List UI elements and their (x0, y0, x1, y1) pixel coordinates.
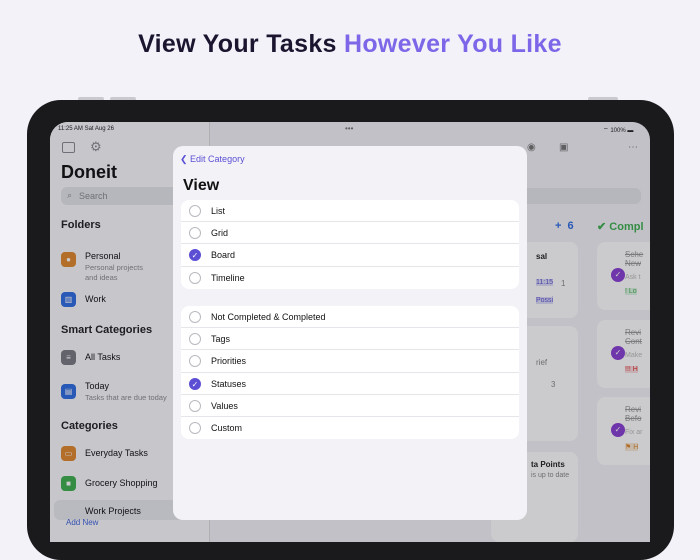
radio-checked-icon[interactable]: ✓ (189, 249, 201, 262)
radio-empty-icon[interactable] (189, 399, 201, 412)
option-label: Custom (211, 422, 243, 433)
option-label: Priorities (211, 356, 247, 367)
radio-empty-icon[interactable] (189, 271, 201, 284)
modal-title: View (183, 177, 220, 194)
back-button[interactable]: ❮ Edit Category (180, 154, 245, 165)
radio-empty-icon[interactable] (189, 311, 201, 323)
radio-empty-icon[interactable] (189, 205, 201, 217)
headline: View Your Tasks However You Like (0, 30, 700, 59)
option-row[interactable]: Custom (181, 417, 519, 439)
tablet-screen: 11:25 AM Sat Aug 26 ⚙ Doneit ⌕ Search Fol… (50, 122, 650, 542)
option-row[interactable]: List (181, 200, 519, 223)
option-row[interactable]: ✓ Statuses (181, 373, 519, 395)
headline-accent: However You Like (343, 30, 562, 58)
option-label: Values (211, 400, 238, 411)
option-row[interactable]: Not Completed & Completed (181, 306, 519, 329)
option-label: Timeline (211, 272, 245, 283)
option-row[interactable]: Grid (181, 222, 519, 245)
option-label: List (211, 206, 226, 216)
option-label: Grid (211, 228, 229, 239)
radio-checked-icon[interactable]: ✓ (189, 377, 201, 390)
option-label: Board (211, 250, 236, 261)
headline-text: View Your Tasks (138, 30, 344, 58)
radio-empty-icon[interactable] (189, 355, 201, 368)
layout-options: List Grid ✓ Board Timeline (181, 200, 519, 289)
option-row[interactable]: Tags (181, 328, 519, 351)
option-label: Not Completed & Completed (211, 312, 326, 322)
option-label: Statuses (211, 378, 247, 389)
option-row[interactable]: Values (181, 395, 519, 417)
option-row[interactable]: Priorities (181, 350, 519, 373)
option-label: Tags (211, 334, 231, 345)
radio-empty-icon[interactable] (189, 227, 201, 240)
radio-empty-icon[interactable] (189, 421, 201, 434)
grouping-options: Not Completed & Completed Tags Priorities ✓… (181, 306, 519, 440)
option-row[interactable]: ✓ Board (181, 244, 519, 267)
view-modal: ❮ Edit Category View List Grid ✓ Board Timel… (173, 146, 527, 520)
option-row[interactable]: Timeline (181, 267, 519, 289)
radio-empty-icon[interactable] (189, 333, 201, 346)
